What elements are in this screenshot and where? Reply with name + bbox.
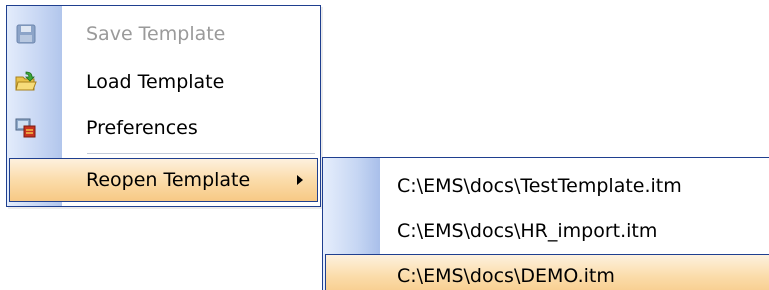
menu-separator bbox=[87, 153, 315, 154]
load-template-label: Load Template bbox=[86, 71, 225, 93]
recent-file-item[interactable]: C:\EMS\docs\HR_import.itm bbox=[325, 209, 769, 253]
screen: Save Template Load Template Preferences … bbox=[0, 0, 769, 290]
submenu-arrow-icon bbox=[297, 175, 303, 185]
template-menu: Save Template Load Template Preferences … bbox=[6, 5, 321, 207]
preferences-menu-item[interactable]: Preferences bbox=[9, 106, 318, 150]
reopen-template-menu-item[interactable]: Reopen Template bbox=[9, 158, 318, 202]
recent-file-path: C:\EMS\docs\TestTemplate.itm bbox=[397, 175, 682, 197]
save-icon bbox=[15, 23, 37, 45]
preferences-label: Preferences bbox=[86, 117, 198, 139]
preferences-icon bbox=[15, 117, 37, 139]
load-template-menu-item[interactable]: Load Template bbox=[9, 60, 318, 104]
recent-file-path: C:\EMS\docs\HR_import.itm bbox=[397, 220, 658, 242]
open-folder-icon bbox=[15, 71, 37, 93]
recent-file-item-selected[interactable]: C:\EMS\docs\DEMO.itm bbox=[325, 254, 769, 290]
save-template-label: Save Template bbox=[86, 23, 226, 45]
recent-file-item[interactable]: C:\EMS\docs\TestTemplate.itm bbox=[325, 164, 769, 208]
save-template-menu-item[interactable]: Save Template bbox=[9, 12, 318, 56]
reopen-template-label: Reopen Template bbox=[86, 169, 251, 191]
reopen-template-submenu: C:\EMS\docs\TestTemplate.itm C:\EMS\docs… bbox=[322, 157, 769, 290]
recent-file-path: C:\EMS\docs\DEMO.itm bbox=[397, 265, 615, 287]
